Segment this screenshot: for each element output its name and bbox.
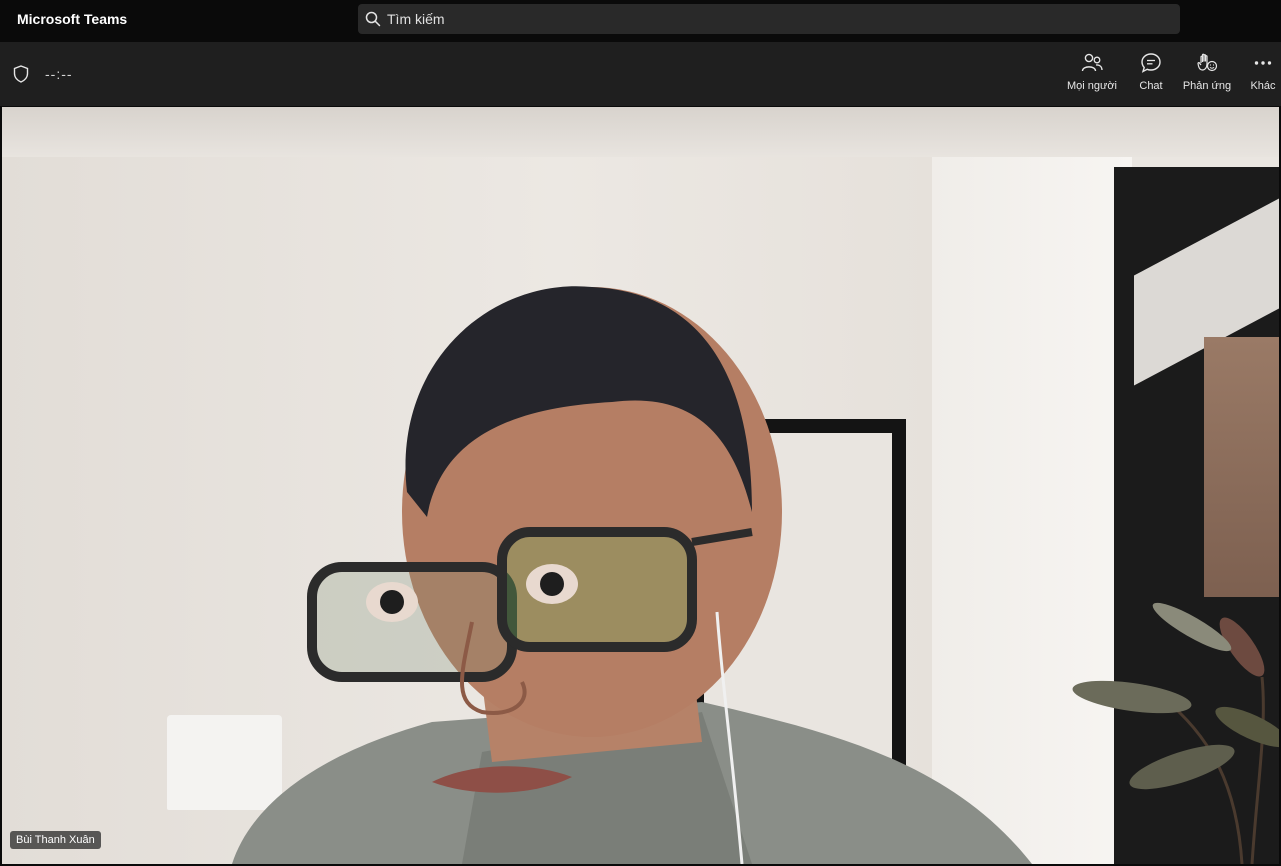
more-icon (1254, 61, 1272, 65)
participant-name-tag: Bùi Thanh Xuân (10, 831, 101, 849)
search-placeholder: Tìm kiếm (387, 11, 445, 27)
title-bar: Microsoft Teams Tìm kiếm (0, 0, 1281, 42)
people-label: Mọi người (1066, 80, 1118, 92)
app-title: Microsoft Teams (17, 11, 128, 27)
meeting-timer: --:-- (45, 66, 73, 82)
people-icon (1081, 53, 1103, 72)
reactions-button[interactable]: Phản ứng (1182, 52, 1232, 98)
search-box[interactable]: Tìm kiếm (358, 4, 1180, 34)
chat-label: Chat (1139, 80, 1163, 92)
meeting-toolbar: --:-- Mọi người Chat Phản ứng Khác (0, 42, 1281, 106)
shield-icon (13, 65, 29, 83)
people-button[interactable]: Mọi người (1066, 52, 1118, 98)
participant-video[interactable] (2, 107, 1279, 864)
chat-button[interactable]: Chat (1137, 52, 1165, 98)
video-background-ceiling (2, 107, 1279, 157)
window-brick (1204, 337, 1279, 597)
video-background-plant (1072, 602, 1279, 864)
participant-person (232, 286, 1032, 864)
raise-hand-icon (1197, 53, 1218, 72)
chat-icon (1141, 53, 1161, 73)
search-icon (365, 11, 381, 27)
more-button[interactable]: Khác (1248, 52, 1278, 98)
more-label: Khác (1250, 80, 1276, 92)
reactions-label: Phản ứng (1182, 80, 1232, 92)
